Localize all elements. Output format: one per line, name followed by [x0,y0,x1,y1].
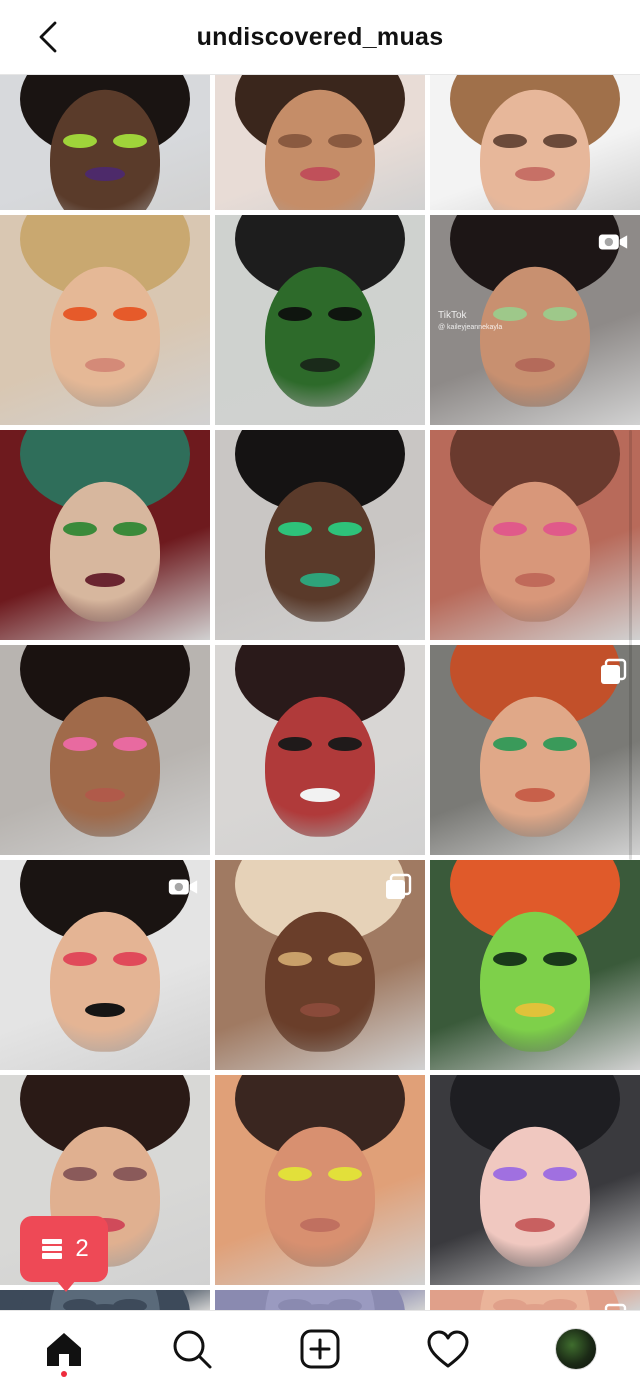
post-thumbnail[interactable] [0,215,210,425]
nav-activity[interactable] [418,1319,478,1379]
photo-face [265,481,375,622]
photo-lips [300,357,340,372]
photo-face [50,911,160,1052]
search-icon [173,1330,212,1369]
back-button[interactable] [30,19,66,55]
post-thumbnail[interactable] [215,1075,425,1285]
multiple-posts-icon [598,658,628,685]
tiktok-label: TikTok [438,310,467,321]
nav-search[interactable] [162,1319,222,1379]
photo-lips [85,166,125,181]
photo-lips [85,787,125,802]
post-thumbnail[interactable] [0,1290,210,1310]
post-thumbnail[interactable] [215,860,425,1070]
photo-lips [300,166,340,181]
post-thumbnail[interactable] [430,860,640,1070]
post-thumbnail[interactable] [215,430,425,640]
post-thumbnail[interactable] [0,860,210,1070]
post-thumbnail[interactable]: TikTok @ kaileyjeannekayla [430,215,640,425]
post-thumbnail[interactable] [430,75,640,210]
nav-home[interactable] [34,1319,94,1379]
photo-lips [300,1002,340,1017]
photo-face [265,911,375,1052]
home-icon [47,1333,81,1366]
photo-face [265,1126,375,1267]
photo-face [265,266,375,407]
photo-lips [300,1217,340,1232]
photo-lips [300,787,340,802]
post-thumbnail[interactable] [430,1075,640,1285]
activity-heart-icon [427,1330,469,1368]
video-camera-icon [598,229,628,255]
photo-face [50,696,160,837]
photo-lips [85,357,125,372]
post-thumbnail[interactable] [430,430,640,640]
nav-profile[interactable] [546,1319,606,1379]
nav-new-post[interactable] [290,1319,350,1379]
photo-lips [515,787,555,802]
posts-grid: TikTok @ kaileyjeannekayla [0,75,640,1310]
top-bar: undiscovered_muas [0,0,640,75]
photo-face [480,481,590,622]
unread-dot [61,1371,67,1377]
photo-face [480,911,590,1052]
multiple-posts-icon [383,873,413,900]
photo-face [480,1126,590,1267]
scrollbar[interactable] [629,430,632,860]
post-thumbnail[interactable] [0,645,210,855]
photo-lips [85,1002,125,1017]
post-thumbnail[interactable] [215,645,425,855]
profile-title: undiscovered_muas [196,22,444,51]
photo-lips [85,572,125,587]
notification-bubble[interactable]: 2 [20,1216,108,1292]
post-thumbnail[interactable] [430,645,640,855]
photo-lips [515,1002,555,1017]
profile-avatar [555,1328,597,1370]
photo-lips [515,1217,555,1232]
post-thumbnail[interactable] [430,1290,640,1310]
post-thumbnail[interactable] [215,75,425,210]
photo-lips [300,572,340,587]
photo-lips [515,357,555,372]
post-thumbnail[interactable] [215,1290,425,1310]
video-camera-icon [168,874,198,900]
post-thumbnail[interactable] [0,75,210,210]
photo-face [265,696,375,837]
post-thumbnail[interactable] [215,215,425,425]
chevron-left-icon [39,21,57,53]
tiktok-handle: @ kaileyjeannekayla [438,324,503,331]
post-thumbnail[interactable] [0,430,210,640]
photo-face [50,266,160,407]
new-post-icon [300,1329,340,1369]
photo-face [50,481,160,622]
photo-face [480,696,590,837]
posts-icon [42,1239,63,1259]
photo-lips [515,166,555,181]
photo-face [480,266,590,407]
tiktok-watermark: TikTok @ kaileyjeannekayla [438,310,502,334]
photo-lips [515,572,555,587]
notification-count: 2 [75,1235,89,1262]
bottom-nav [0,1310,640,1387]
